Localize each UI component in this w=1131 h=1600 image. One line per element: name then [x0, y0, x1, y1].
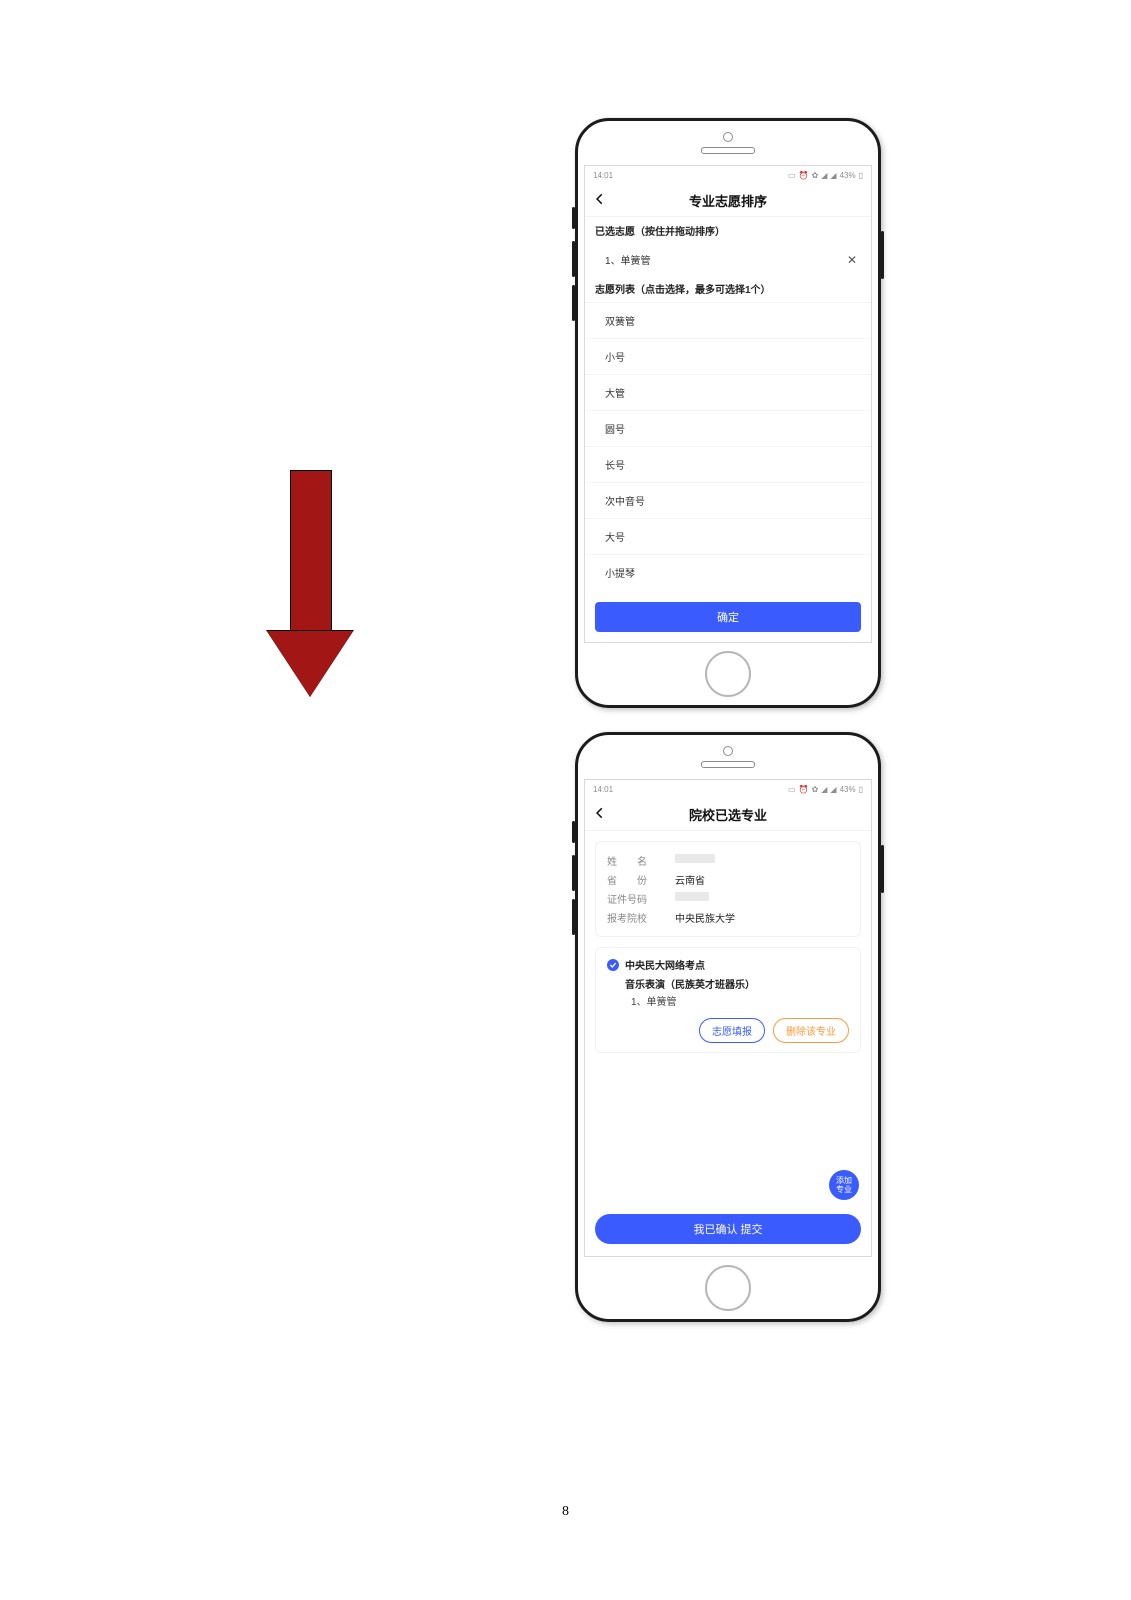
nav-bar: 专业志愿排序 [585, 184, 871, 217]
list-item[interactable]: 小提琴 [585, 554, 871, 590]
school-value: 中央民族大学 [675, 910, 735, 925]
phone-bottom [578, 643, 878, 705]
phone-mock-1: 14:01 ▭ ⏰ ✿ ◢ ◢ 43% ▯ 专业志愿排序 已选志愿（按住并拖动排… [575, 118, 881, 708]
down-arrow [267, 470, 353, 698]
screen-1: 14:01 ▭ ⏰ ✿ ◢ ◢ 43% ▯ 专业志愿排序 已选志愿（按住并拖动排… [584, 165, 872, 643]
camera-icon [723, 746, 733, 756]
home-button-icon[interactable] [705, 651, 751, 697]
confirm-button[interactable]: 确定 [595, 602, 861, 632]
signal-icon-2: ◢ [830, 171, 836, 180]
submit-button[interactable]: 我已确认 提交 [595, 1214, 861, 1244]
nfc-icon: ▭ [788, 785, 796, 794]
battery-text: 43% [840, 785, 856, 794]
selected-header: 已选志愿（按住并拖动排序） [585, 217, 871, 244]
gear-icon: ✿ [812, 171, 819, 180]
list-item[interactable]: 大管 [585, 374, 871, 410]
page-title: 专业志愿排序 [689, 191, 767, 210]
list-item[interactable]: 圆号 [585, 410, 871, 446]
back-icon[interactable] [593, 192, 607, 211]
list-item[interactable]: 长号 [585, 446, 871, 482]
province-label: 省 份 [607, 872, 663, 887]
speaker-icon [701, 147, 755, 154]
list-header: 志愿列表（点击选择，最多可选择1个） [585, 275, 871, 302]
status-time: 14:01 [593, 785, 613, 794]
screen-2: 14:01 ▭ ⏰ ✿ ◢ ◢ 43% ▯ 院校已选专业 [584, 779, 872, 1257]
list-item[interactable]: 大号 [585, 518, 871, 554]
nav-bar: 院校已选专业 [585, 798, 871, 831]
page-title: 院校已选专业 [689, 805, 767, 824]
info-card: 姓 名 省 份 云南省 证件号码 报考院校 中央民族大学 [595, 841, 861, 937]
list-item[interactable]: 双簧管 [585, 302, 871, 338]
check-icon [607, 959, 619, 971]
nfc-icon: ▭ [788, 171, 796, 180]
camera-icon [723, 132, 733, 142]
add-major-fab[interactable]: 添加 专业 [829, 1170, 859, 1200]
province-value: 云南省 [675, 872, 705, 887]
speaker-icon [701, 761, 755, 768]
name-label: 姓 名 [607, 853, 663, 868]
remove-icon[interactable]: ✕ [847, 253, 857, 267]
battery-text: 43% [840, 171, 856, 180]
id-label: 证件号码 [607, 891, 663, 906]
major-card: 中央民大网络考点 音乐表演（民族英才班器乐） 1、单簧管 志愿填报 删除该专业 [595, 947, 861, 1053]
list-item[interactable]: 次中音号 [585, 482, 871, 518]
phone-top [578, 735, 878, 779]
selected-item-label: 1、单簧管 [605, 252, 651, 267]
signal-icon: ◢ [821, 785, 827, 794]
selected-item[interactable]: 1、单簧管 ✕ [585, 244, 871, 275]
battery-icon: ▯ [859, 785, 863, 794]
fab-label: 添加 专业 [836, 1176, 852, 1194]
status-bar: 14:01 ▭ ⏰ ✿ ◢ ◢ 43% ▯ [585, 166, 871, 184]
signal-icon: ◢ [821, 171, 827, 180]
alarm-icon: ⏰ [799, 785, 809, 794]
fill-button[interactable]: 志愿填报 [699, 1018, 765, 1043]
phone-top [578, 121, 878, 165]
major-choice: 1、单簧管 [631, 993, 849, 1008]
back-icon[interactable] [593, 806, 607, 825]
battery-icon: ▯ [859, 171, 863, 180]
school-label: 报考院校 [607, 910, 663, 925]
exam-site: 中央民大网络考点 [625, 957, 705, 972]
signal-icon-2: ◢ [830, 785, 836, 794]
delete-button[interactable]: 删除该专业 [773, 1018, 849, 1043]
status-bar: 14:01 ▭ ⏰ ✿ ◢ ◢ 43% ▯ [585, 780, 871, 798]
id-value [675, 891, 709, 906]
phone-bottom [578, 1257, 878, 1319]
phone-mock-2: 14:01 ▭ ⏰ ✿ ◢ ◢ 43% ▯ 院校已选专业 [575, 732, 881, 1322]
major-name: 音乐表演（民族英才班器乐） [625, 976, 849, 991]
gear-icon: ✿ [812, 785, 819, 794]
list-item[interactable]: 小号 [585, 338, 871, 374]
page-number: 8 [0, 1504, 1131, 1520]
alarm-icon: ⏰ [799, 171, 809, 180]
status-time: 14:01 [593, 171, 613, 180]
name-value [675, 853, 715, 868]
home-button-icon[interactable] [705, 1265, 751, 1311]
